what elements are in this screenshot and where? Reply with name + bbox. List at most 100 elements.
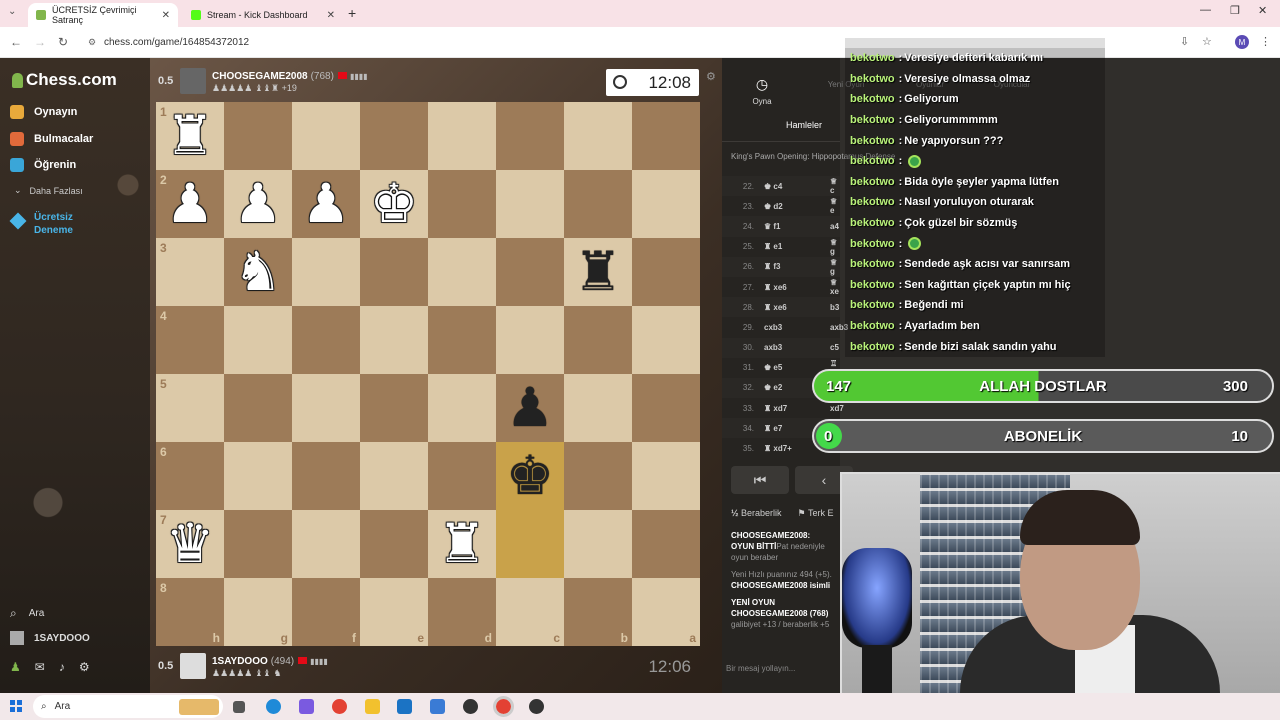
forward-icon[interactable]: → [34, 35, 46, 49]
square-f6[interactable] [292, 442, 360, 510]
white-piece-h2[interactable]: ♟ [166, 174, 214, 234]
windows-start-icon[interactable] [10, 700, 22, 712]
square-g7[interactable] [224, 510, 292, 578]
square-f7[interactable] [292, 510, 360, 578]
close-window-icon[interactable]: ✕ [1258, 4, 1267, 17]
move-row[interactable]: 29. cxb3 axb3 [722, 317, 848, 337]
square-b5[interactable] [564, 374, 632, 442]
first-move-button[interactable]: ⏮ [731, 466, 789, 494]
square-e1[interactable] [360, 102, 428, 170]
close-tab-icon[interactable]: ✕ [327, 10, 335, 21]
moves-subtab[interactable]: Hamleler [722, 112, 840, 142]
square-g8[interactable]: g [224, 578, 292, 646]
tab-list-icon[interactable]: ⌄ [8, 6, 16, 17]
square-h4[interactable]: 4 [156, 306, 224, 374]
copilot-icon[interactable] [299, 699, 314, 714]
draw-button[interactable]: ½ Beraberlik [731, 508, 782, 519]
move-row[interactable]: 30. axb3 c5 [722, 337, 840, 358]
square-b8[interactable]: b [564, 578, 632, 646]
back-icon[interactable]: ← [10, 35, 22, 49]
square-c1[interactable] [496, 102, 564, 170]
site-info-icon[interactable]: ⚙ [88, 37, 96, 48]
square-h2[interactable]: 2 ♟ [156, 170, 224, 238]
square-g6[interactable] [224, 442, 292, 510]
square-a3[interactable] [632, 238, 700, 306]
settings-app-icon[interactable] [529, 699, 544, 714]
square-f8[interactable]: f [292, 578, 360, 646]
square-f3[interactable] [292, 238, 360, 306]
square-b2[interactable] [564, 170, 632, 238]
chrome-active-icon[interactable] [493, 696, 514, 717]
square-c5[interactable]: ♟ [496, 374, 564, 442]
square-c6[interactable]: ♚ [496, 442, 564, 510]
edge-icon[interactable] [266, 699, 281, 714]
move-row[interactable]: 22. ♚ c4 ♕ c [722, 176, 840, 197]
square-c8[interactable]: c [496, 578, 564, 646]
board-settings-icon[interactable]: ⚙ [706, 70, 716, 83]
white-piece-f2[interactable]: ♟ [302, 174, 350, 234]
square-h3[interactable]: 3 [156, 238, 224, 306]
square-b3[interactable]: ♜ [564, 238, 632, 306]
square-g4[interactable] [224, 306, 292, 374]
taskbar-search[interactable]: ⌕ Ara [33, 695, 223, 718]
square-d3[interactable] [428, 238, 496, 306]
white-piece-h1[interactable]: ♜ [166, 106, 214, 166]
square-e6[interactable] [360, 442, 428, 510]
obs-icon[interactable] [463, 699, 478, 714]
install-icon[interactable]: ⇩ [1180, 35, 1189, 48]
square-g5[interactable] [224, 374, 292, 442]
square-g1[interactable] [224, 102, 292, 170]
browser-tab-chess[interactable]: ÜCRETSİZ Çevrimiçi Satranç ✕ [28, 3, 178, 27]
mail-app-icon[interactable] [397, 699, 412, 714]
square-c3[interactable] [496, 238, 564, 306]
square-b4[interactable] [564, 306, 632, 374]
square-d8[interactable]: d [428, 578, 496, 646]
square-h1[interactable]: 1 ♜ [156, 102, 224, 170]
square-f5[interactable] [292, 374, 360, 442]
player-name[interactable]: CHOOSEGAME2008 [212, 71, 308, 82]
square-e5[interactable] [360, 374, 428, 442]
move-row[interactable]: 28. ♜ xe6 b3 [722, 297, 840, 318]
square-b7[interactable] [564, 510, 632, 578]
white-piece-d7[interactable]: ♜ [438, 514, 486, 574]
square-h7[interactable]: 7 ♛ [156, 510, 224, 578]
square-f4[interactable] [292, 306, 360, 374]
square-a7[interactable] [632, 510, 700, 578]
square-e7[interactable] [360, 510, 428, 578]
square-h5[interactable]: 5 [156, 374, 224, 442]
reload-icon[interactable]: ↻ [58, 35, 68, 49]
store-icon[interactable] [430, 699, 445, 714]
white-piece-g3[interactable]: ♞ [234, 242, 282, 302]
square-a1[interactable] [632, 102, 700, 170]
player-name[interactable]: 1SAYDOOO [212, 656, 268, 667]
square-a8[interactable]: a [632, 578, 700, 646]
white-piece-h7[interactable]: ♛ [166, 514, 214, 574]
new-tab-icon[interactable]: + [348, 5, 356, 21]
square-g2[interactable]: ♟ [224, 170, 292, 238]
square-e8[interactable]: e [360, 578, 428, 646]
player-avatar[interactable] [180, 653, 206, 679]
move-row[interactable]: 27. ♜ xe6 ♕ xe [722, 277, 840, 297]
chess-board[interactable]: 1 ♜ 2 ♟ ♟ ♟ ♚ 3 ♞ ♜ 4 5 ♟ 6 ♚ 7 ♛ ♜ 8 h g f e d c b a [156, 102, 700, 646]
black-piece-c5[interactable]: ♟ [506, 378, 554, 438]
move-row[interactable]: 26. ♜ f3 ♕ g [722, 256, 840, 277]
square-f1[interactable] [292, 102, 360, 170]
square-g3[interactable]: ♞ [224, 238, 292, 306]
task-view-icon[interactable] [233, 701, 245, 713]
bookmark-star-icon[interactable]: ☆ [1202, 35, 1212, 48]
square-d5[interactable] [428, 374, 496, 442]
square-e2[interactable]: ♚ [360, 170, 428, 238]
square-d6[interactable] [428, 442, 496, 510]
square-d7[interactable]: ♜ [428, 510, 496, 578]
player-avatar[interactable] [180, 68, 206, 94]
file-explorer-icon[interactable] [365, 699, 380, 714]
close-tab-icon[interactable]: ✕ [162, 10, 170, 21]
white-piece-e2[interactable]: ♚ [370, 174, 418, 234]
white-piece-g2[interactable]: ♟ [234, 174, 282, 234]
square-e3[interactable] [360, 238, 428, 306]
square-e4[interactable] [360, 306, 428, 374]
minimize-icon[interactable]: — [1200, 4, 1211, 16]
square-f2[interactable]: ♟ [292, 170, 360, 238]
resign-button[interactable]: ⚑ Terk E [798, 508, 834, 519]
black-piece-c6[interactable]: ♚ [506, 446, 554, 506]
